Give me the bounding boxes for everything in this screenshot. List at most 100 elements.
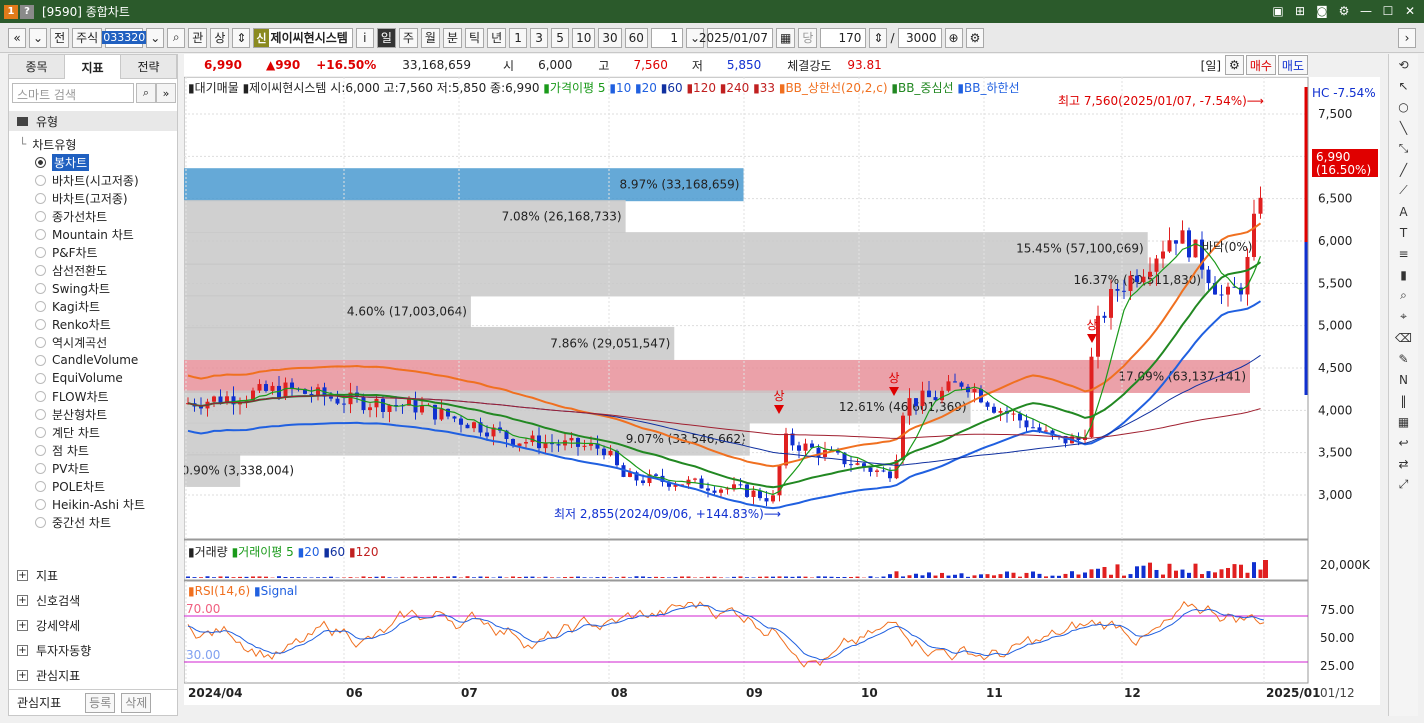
- grid-icon[interactable]: ▦: [1389, 411, 1418, 432]
- camera-icon[interactable]: ◙: [1314, 3, 1330, 19]
- n-icon[interactable]: N: [1389, 369, 1418, 390]
- radio-icon[interactable]: [35, 354, 46, 366]
- code-dropdown-icon[interactable]: ⌄: [146, 27, 165, 48]
- period-day[interactable]: 일: [376, 27, 396, 48]
- collapse-icon[interactable]: ›: [1398, 27, 1416, 48]
- close-icon[interactable]: ✕: [1402, 3, 1418, 19]
- radio-icon[interactable]: [35, 372, 46, 384]
- maximize-icon[interactable]: ☐: [1380, 3, 1396, 19]
- plus-icon[interactable]: +: [17, 620, 28, 631]
- radio-icon[interactable]: [35, 336, 46, 348]
- date-input[interactable]: 2025/01/07: [699, 27, 774, 48]
- period-tick[interactable]: 틱: [465, 27, 485, 48]
- radio-icon[interactable]: [35, 174, 46, 186]
- chart-type-item[interactable]: 분산형차트: [19, 405, 145, 423]
- plus-icon[interactable]: +: [17, 670, 28, 681]
- stock-code-input[interactable]: 033320: [102, 27, 147, 48]
- chart-type-item[interactable]: POLE차트: [19, 477, 145, 495]
- gwan-button[interactable]: 관: [188, 27, 208, 48]
- section-3[interactable]: + 투자자동향: [9, 638, 177, 663]
- zoom-icon[interactable]: ⊕: [944, 27, 963, 48]
- auto-icon[interactable]: A: [1389, 201, 1418, 222]
- section-0[interactable]: + 지표: [9, 563, 177, 588]
- radio-icon[interactable]: [35, 444, 46, 456]
- zoom-icon[interactable]: ⌕: [1389, 285, 1418, 306]
- chart-svg[interactable]: 7,5007,0006,5006,0005,5005,0004,5004,000…: [182, 76, 1380, 705]
- info-button[interactable]: i: [355, 27, 374, 48]
- radio-icon[interactable]: [35, 498, 46, 510]
- expand-icon[interactable]: ⤢: [1389, 474, 1418, 495]
- chart-type-item[interactable]: Mountain 차트: [19, 225, 145, 243]
- ray-icon[interactable]: ⤡: [1389, 138, 1418, 159]
- register-button[interactable]: 등록: [85, 692, 116, 713]
- chart-type-item[interactable]: 종가선차트: [19, 207, 145, 225]
- chart-type-item[interactable]: FLOW차트: [19, 387, 145, 405]
- chart-type-item[interactable]: PV차트: [19, 459, 145, 477]
- chart-type-item[interactable]: Heikin-Ashi 차트: [19, 495, 145, 513]
- search-icon[interactable]: ⌕: [167, 27, 186, 48]
- market-select[interactable]: 주식: [72, 27, 103, 48]
- radio-icon[interactable]: [35, 282, 46, 294]
- day-label[interactable]: [일]: [1201, 57, 1221, 74]
- settings-icon[interactable]: ⚙: [1336, 3, 1352, 19]
- buy-button[interactable]: 매수: [1245, 55, 1276, 75]
- smart-search-input[interactable]: 스마트 검색: [12, 83, 134, 103]
- chart-type-item[interactable]: P&F차트: [19, 243, 145, 261]
- gear-icon[interactable]: ⚙: [965, 27, 985, 48]
- expand-icon[interactable]: »: [156, 83, 176, 103]
- radio-icon[interactable]: [35, 264, 46, 276]
- text-icon[interactable]: T: [1389, 222, 1418, 243]
- chart-type-item[interactable]: 봉차트: [19, 153, 145, 171]
- section-1[interactable]: + 신호검색: [9, 588, 177, 613]
- sell-button[interactable]: 매도: [1277, 55, 1308, 75]
- interval-30[interactable]: 30: [598, 27, 622, 48]
- chart-type-item[interactable]: EquiVolume: [19, 369, 145, 387]
- delete-button[interactable]: 삭제: [121, 692, 152, 713]
- bars-icon[interactable]: ‖: [1389, 390, 1418, 411]
- radio-icon[interactable]: [35, 210, 46, 222]
- radio-icon[interactable]: [35, 516, 46, 528]
- plus-icon[interactable]: +: [17, 595, 28, 606]
- radio-icon[interactable]: [35, 462, 46, 474]
- chart-type-item[interactable]: 중간선 차트: [19, 513, 145, 531]
- period-month[interactable]: 월: [420, 27, 440, 48]
- spin-icon[interactable]: ⇕: [869, 27, 888, 48]
- memo-icon[interactable]: ▣: [1270, 3, 1286, 19]
- interval-60[interactable]: 60: [624, 27, 648, 48]
- view-count-input[interactable]: 170: [820, 27, 867, 48]
- sang-button[interactable]: 상: [210, 27, 230, 48]
- tree-root[interactable]: └ 차트유형: [19, 135, 145, 153]
- magnet-icon[interactable]: ⌖: [1389, 306, 1418, 327]
- section-4[interactable]: + 관심지표: [9, 663, 177, 688]
- radio-icon[interactable]: [35, 300, 46, 312]
- tab-indicator[interactable]: 지표: [65, 55, 121, 79]
- chart-type-item[interactable]: Kagi차트: [19, 297, 145, 315]
- radio-icon[interactable]: [35, 390, 46, 402]
- dang-button[interactable]: 당: [798, 27, 818, 48]
- undo-icon[interactable]: ↩: [1389, 432, 1418, 453]
- brush-icon[interactable]: ✎: [1389, 348, 1418, 369]
- interval-1[interactable]: 1: [509, 27, 528, 48]
- radio-icon[interactable]: [35, 246, 46, 258]
- interval-3[interactable]: 3: [530, 27, 549, 48]
- chart-type-item[interactable]: 삼선전환도: [19, 261, 145, 279]
- radio-icon[interactable]: [35, 408, 46, 420]
- interval-10[interactable]: 10: [572, 27, 596, 48]
- app-icon[interactable]: 1: [4, 4, 18, 19]
- chart-type-item[interactable]: 점 차트: [19, 441, 145, 459]
- chart-area[interactable]: 7,5007,0006,5006,0005,5005,0004,5004,000…: [182, 76, 1380, 705]
- interval-5[interactable]: 5: [551, 27, 570, 48]
- chart-type-item[interactable]: Swing차트: [19, 279, 145, 297]
- chevron-down-icon[interactable]: ⌄: [29, 27, 48, 48]
- chart-type-item[interactable]: 바차트(고저종): [19, 189, 145, 207]
- help-icon[interactable]: ?: [20, 4, 34, 19]
- pointer-icon[interactable]: ↖: [1389, 75, 1418, 96]
- eraser-icon[interactable]: ⌫: [1389, 327, 1418, 348]
- search-icon[interactable]: ⌕: [136, 83, 156, 103]
- chart-settings-icon[interactable]: ⚙: [1225, 55, 1244, 75]
- trend-icon[interactable]: ⟋: [1389, 180, 1418, 201]
- prev-icon[interactable]: «: [8, 27, 26, 48]
- total-count-input[interactable]: 3000: [897, 27, 942, 48]
- segment-icon[interactable]: ╱: [1389, 159, 1418, 180]
- radio-icon[interactable]: [35, 192, 46, 204]
